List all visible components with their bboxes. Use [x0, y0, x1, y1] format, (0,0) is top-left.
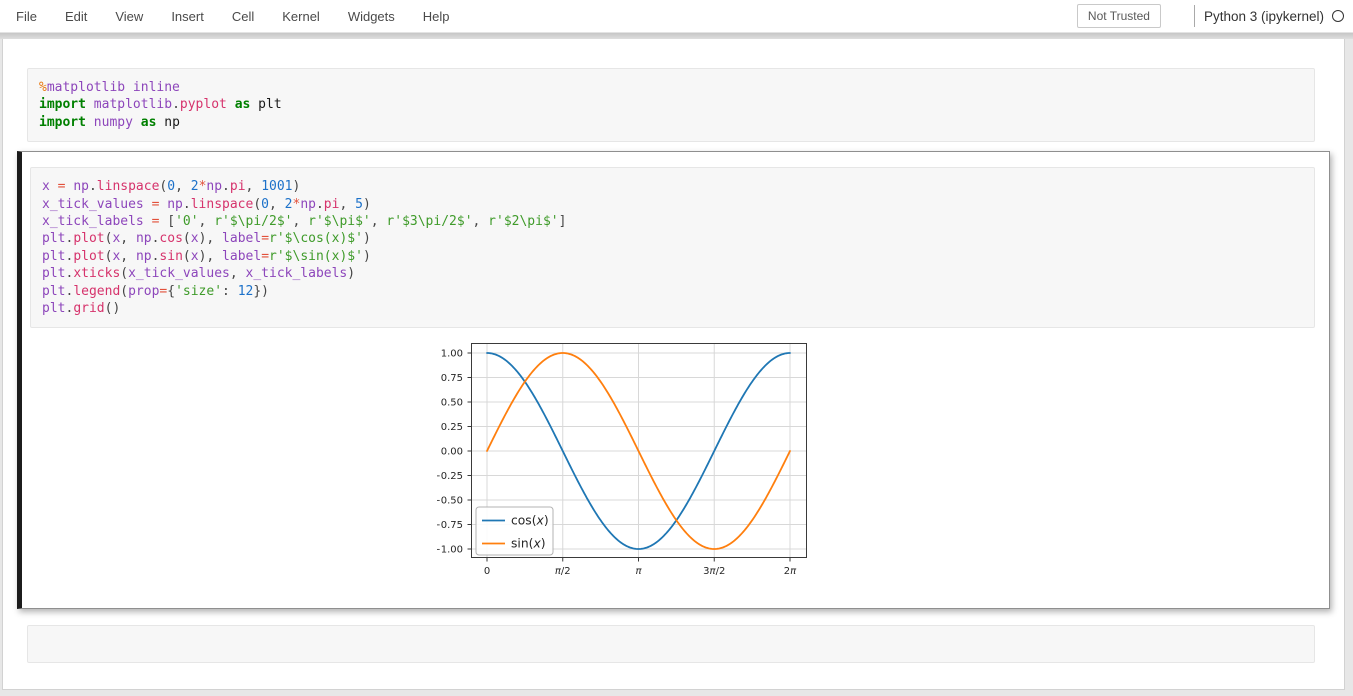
cell-output: 0 π/2 π 3π/2 2π 1.00 0.75 0.50 0.25 0.00 −0.25 −0.5…: [437, 335, 1315, 592]
svg-text:0: 0: [484, 566, 490, 577]
svg-text:π: π: [635, 566, 642, 577]
matplotlib-figure: 0 π/2 π 3π/2 2π 1.00 0.75 0.50 0.25 0.00 −0.25 −0.5…: [437, 335, 817, 587]
svg-text:0.75: 0.75: [441, 374, 463, 385]
code-text: x = np.linspace(0, 2*np.pi, 1001) x_tick…: [42, 178, 1303, 317]
svg-text:−0.25: −0.25: [437, 472, 463, 483]
menu-insert[interactable]: Insert: [171, 5, 204, 28]
code-text: %matplotlib inline import matplotlib.pyp…: [39, 79, 1303, 131]
svg-text:−1.00: −1.00: [437, 545, 463, 556]
code-editor[interactable]: x = np.linspace(0, 2*np.pi, 1001) x_tick…: [30, 167, 1315, 328]
svg-text:0.00: 0.00: [441, 447, 463, 458]
svg-text:−0.50: −0.50: [437, 496, 463, 507]
menu-widgets[interactable]: Widgets: [348, 5, 395, 28]
code-cell-empty: [3, 609, 1344, 663]
menu-edit[interactable]: Edit: [65, 5, 87, 28]
svg-text:0.50: 0.50: [441, 398, 463, 409]
notebook-menubar: File Edit View Insert Cell Kernel Widget…: [0, 0, 1353, 33]
code-editor[interactable]: %matplotlib inline import matplotlib.pyp…: [27, 68, 1315, 142]
divider: [1194, 5, 1195, 27]
menu-view[interactable]: View: [115, 5, 143, 28]
code-cell-plot-selected[interactable]: x = np.linspace(0, 2*np.pi, 1001) x_tick…: [17, 151, 1330, 609]
trust-badge[interactable]: Not Trusted: [1077, 4, 1161, 28]
menu-kernel[interactable]: Kernel: [282, 5, 320, 28]
svg-text:sin(x): sin(x): [511, 537, 546, 551]
svg-text:1.00: 1.00: [441, 349, 463, 360]
menubar-right: Not Trusted Python 3 (ipykernel): [1077, 4, 1347, 28]
menu: File Edit View Insert Cell Kernel Widget…: [0, 5, 450, 28]
notebook-page: %matplotlib inline import matplotlib.pyp…: [2, 39, 1345, 690]
kernel-name: Python 3 (ipykernel): [1204, 9, 1324, 24]
svg-text:π/2: π/2: [555, 566, 571, 577]
svg-text:2π: 2π: [784, 566, 797, 577]
code-cell-imports: %matplotlib inline import matplotlib.pyp…: [3, 39, 1344, 142]
code-editor[interactable]: [27, 625, 1315, 663]
menu-help[interactable]: Help: [423, 5, 450, 28]
menu-file[interactable]: File: [16, 5, 37, 28]
kernel-idle-icon: [1332, 10, 1344, 22]
svg-text:−0.75: −0.75: [437, 521, 463, 532]
svg-text:3π/2: 3π/2: [703, 566, 725, 577]
svg-text:0.25: 0.25: [441, 423, 463, 434]
svg-text:cos(x): cos(x): [511, 514, 549, 528]
menu-cell[interactable]: Cell: [232, 5, 254, 28]
